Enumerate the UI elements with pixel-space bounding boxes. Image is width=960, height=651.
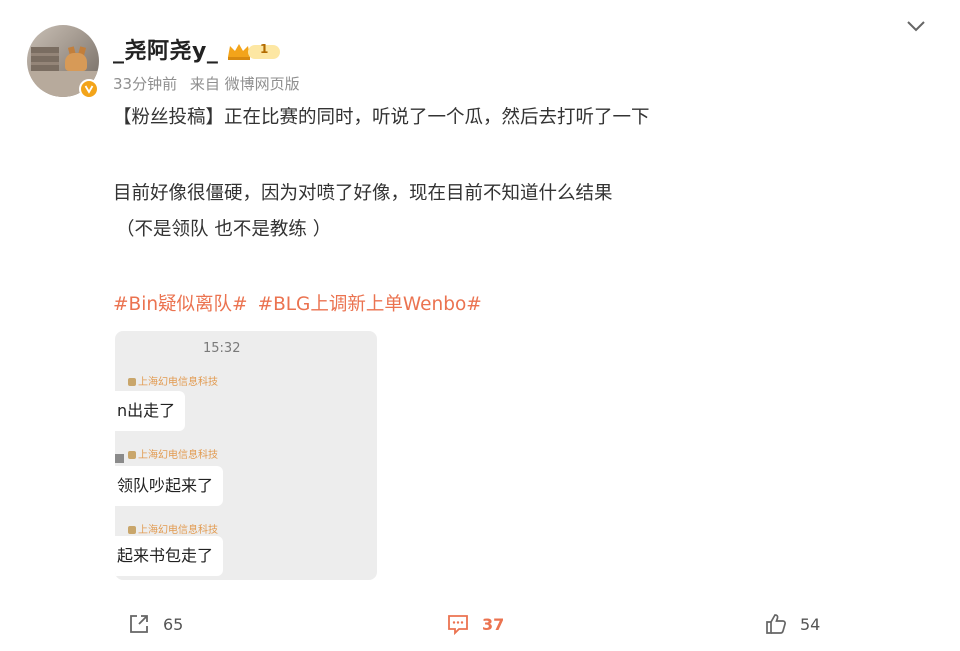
chat-screenshot-image[interactable]: 15:32 上海幻电信息科技 n出走了 上海幻电信息科技 领队吵起来了 上海幻电… xyxy=(115,331,377,580)
sender-avatar-icon xyxy=(128,378,136,386)
post-time[interactable]: 33分钟前 xyxy=(113,75,177,93)
vip-crown-icon[interactable]: 1 xyxy=(226,40,282,62)
hashtag-link[interactable]: #BLG上调新上单Wenbo# xyxy=(258,294,482,315)
post-source: 来自 微博网页版 xyxy=(189,75,300,93)
chat-sender: 上海幻电信息科技 xyxy=(128,446,218,461)
post-meta: 33分钟前 来自 微博网页版 xyxy=(113,73,308,94)
share-icon xyxy=(130,615,148,633)
post-text-line: （不是领队 也不是教练 ） xyxy=(116,219,332,240)
like-button[interactable]: 54 xyxy=(764,612,820,636)
username[interactable]: _尧阿尧y_ xyxy=(113,33,218,65)
comment-icon xyxy=(448,615,468,636)
chat-sender: 上海幻电信息科技 xyxy=(128,521,218,536)
chevron-down-icon[interactable] xyxy=(906,18,926,34)
vip-level: 1 xyxy=(260,42,269,56)
chat-message: 领队吵起来了 xyxy=(115,466,224,506)
small-square-icon xyxy=(115,454,124,463)
chat-time: 15:32 xyxy=(203,341,241,356)
chat-message: 起来书包走了 xyxy=(115,536,224,576)
chat-sender: 上海幻电信息科技 xyxy=(128,373,218,388)
like-icon xyxy=(766,614,786,634)
post-text-line: 【粉丝投稿】正在比赛的同时，听说了一个瓜，然后去打听了一下 xyxy=(113,107,650,128)
chat-message: n出走了 xyxy=(115,391,186,431)
verified-v-icon xyxy=(79,79,99,99)
share-button[interactable]: 65 xyxy=(127,612,183,636)
sender-avatar-icon xyxy=(128,451,136,459)
share-count: 65 xyxy=(163,614,184,634)
hashtag-link[interactable]: #Bin疑似离队# xyxy=(113,294,248,315)
comment-button[interactable]: 37 xyxy=(446,612,504,636)
sender-avatar-icon xyxy=(128,526,136,534)
comment-count: 37 xyxy=(482,614,505,634)
post-text-line: 目前好像很僵硬，因为对喷了好像，现在目前不知道什么结果 xyxy=(113,183,613,204)
hashtag-row: #Bin疑似离队# #BLG上调新上单Wenbo# xyxy=(113,290,492,316)
like-count: 54 xyxy=(800,614,821,634)
avatar[interactable] xyxy=(27,25,99,99)
